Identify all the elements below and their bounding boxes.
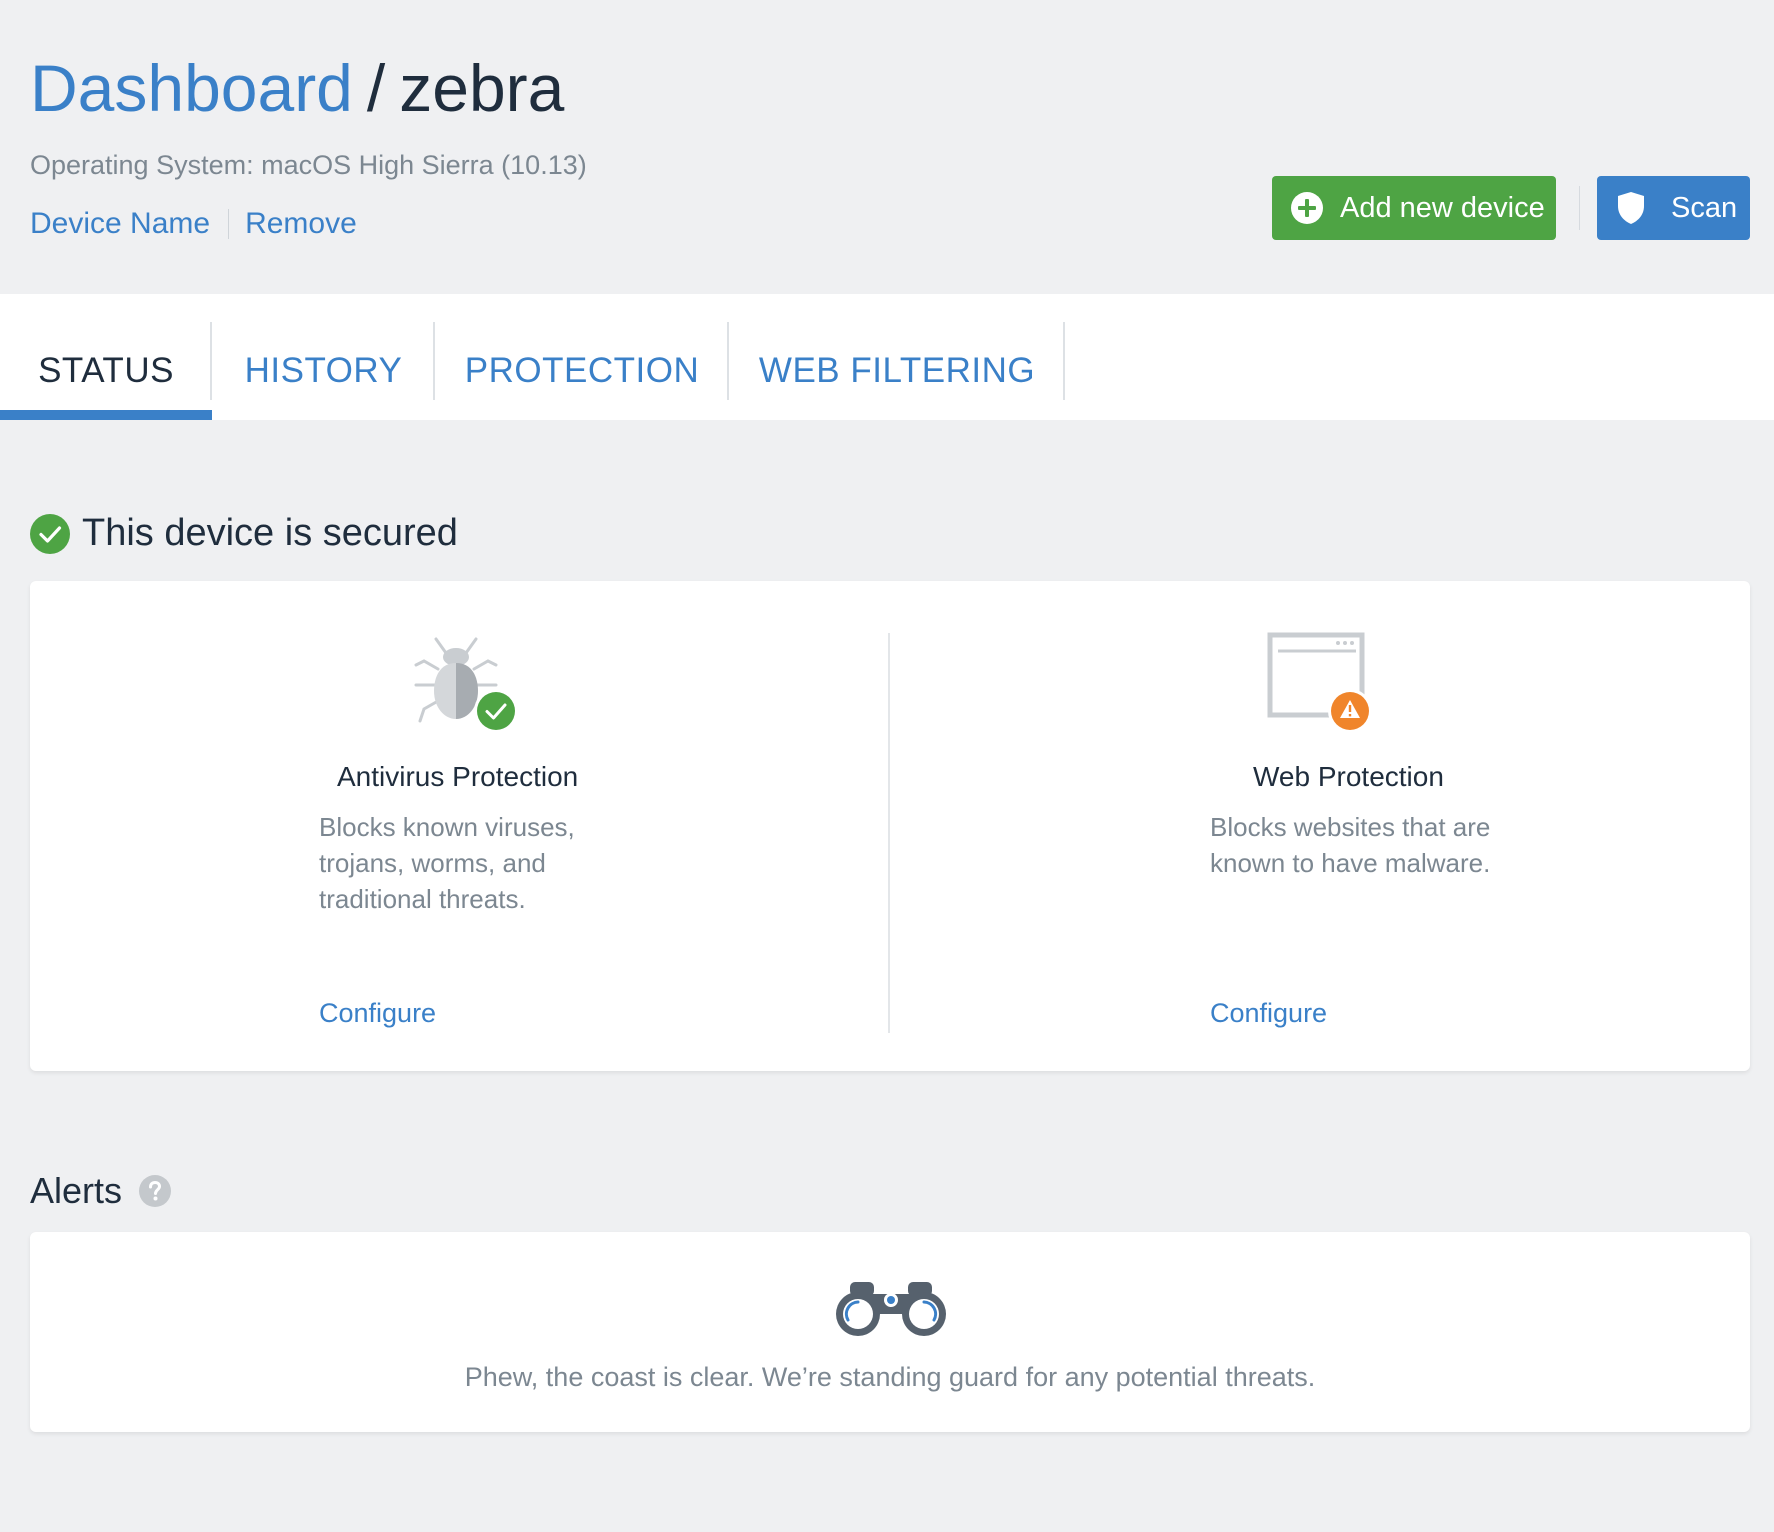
tab-history[interactable]: HISTORY [212,322,435,420]
add-new-device-button[interactable]: Add new device [1272,176,1556,240]
help-icon[interactable] [138,1174,172,1208]
feature-title: Web Protection [1253,761,1444,792]
breadcrumb: Dashboard / zebra [30,48,564,128]
tab-web-filtering[interactable]: WEB FILTERING [729,322,1065,420]
breadcrumb-separator: / [366,51,386,125]
add-new-device-label: Add new device [1340,191,1545,224]
page-header: Dashboard / zebra Operating System: macOS … [0,0,1774,294]
button-divider [1579,186,1580,230]
alerts-title: Alerts [30,1170,123,1211]
tab-bar: STATUS HISTORY PROTECTION WEB FILTERING [0,294,1774,420]
device-actions: Device Name Remove [30,207,357,241]
tab-separator [1063,322,1065,400]
breadcrumb-current-device: zebra [399,51,565,125]
scan-label: Scan [1671,191,1738,224]
alerts-empty-message: Phew, the coast is clear. We’re standing… [464,1362,1316,1392]
breadcrumb-dashboard-link[interactable]: Dashboard [30,51,353,125]
device-name-link[interactable]: Device Name [30,207,210,241]
feature-title: Antivirus Protection [337,761,579,792]
active-tab-indicator [0,410,212,420]
scan-button[interactable]: Scan [1597,176,1750,240]
security-status-text: This device is secured [82,512,458,554]
tab-status[interactable]: STATUS [0,322,212,420]
tab-protection[interactable]: PROTECTION [435,322,729,420]
check-circle-icon [30,513,70,554]
bug-icon [414,637,518,733]
os-info: Operating System: macOS High Sierra (10.… [30,150,587,180]
card-divider [888,633,890,1033]
antivirus-configure-link[interactable]: Configure [319,998,436,1029]
protection-card: Antivirus Protection Blocks known viruse… [30,581,1750,1071]
web-protection-configure-link[interactable]: Configure [1210,998,1327,1029]
link-divider [228,209,230,239]
shield-icon [1618,192,1644,224]
plus-circle-icon [1291,192,1323,224]
check-badge-icon [477,692,515,730]
feature-description: Blocks websites that are known to have m… [1210,812,1491,878]
browser-window-icon [1267,632,1372,733]
alerts-heading: Alerts [30,1170,172,1212]
binoculars-icon [836,1282,946,1336]
feature-description: Blocks known viruses, trojans, worms, an… [319,812,575,914]
security-status-heading: This device is secured [30,512,458,555]
remove-device-link[interactable]: Remove [245,207,357,241]
alerts-card: Phew, the coast is clear. We’re standing… [30,1232,1750,1432]
